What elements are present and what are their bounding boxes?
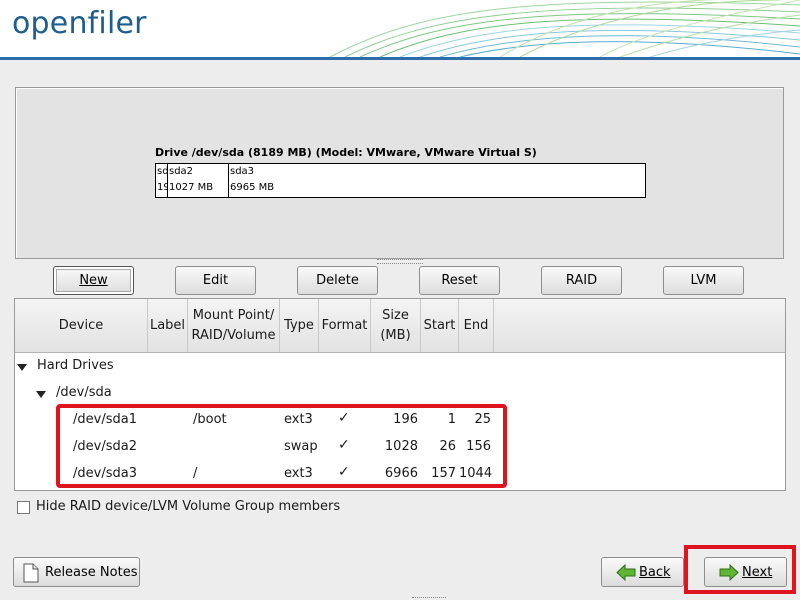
column-start[interactable]: Start — [421, 299, 459, 352]
pane-resize-handle[interactable] — [377, 259, 423, 264]
delete-button-label: Delete — [316, 273, 359, 288]
next-arrow-icon — [719, 564, 739, 581]
segment-sda2[interactable]: sda2 1027 MB — [168, 164, 229, 197]
header-divider — [0, 57, 800, 60]
tree-group-dev-sda[interactable]: /dev/sda — [56, 385, 112, 400]
edit-button[interactable]: Edit — [175, 266, 256, 295]
drive-title: Drive /dev/sda (8189 MB) (Model: VMware,… — [155, 146, 537, 159]
edit-button-label: Edit — [202, 273, 229, 288]
column-end-label: End — [463, 317, 489, 333]
segment-label-top: sda2 — [169, 166, 194, 177]
reset-button[interactable]: Reset — [419, 266, 500, 295]
column-format[interactable]: Format — [319, 299, 371, 352]
tree-group-hard-drives[interactable]: Hard Drives — [37, 358, 114, 373]
column-mount-point[interactable]: Mount Point/RAID/Volume — [188, 299, 280, 352]
table-header: Device Label Mount Point/RAID/Volume Typ… — [15, 299, 785, 353]
column-label[interactable]: Label — [148, 299, 188, 352]
raid-button[interactable]: RAID — [541, 266, 622, 295]
back-arrow-icon — [616, 564, 636, 581]
column-label-label: Label — [149, 317, 186, 333]
back-label: Back — [639, 565, 671, 580]
column-type[interactable]: Type — [280, 299, 319, 352]
segment-label-top: sda3 — [230, 166, 255, 177]
lvm-button[interactable]: LVM — [663, 266, 744, 295]
back-button[interactable]: Back — [601, 557, 684, 587]
column-size[interactable]: Size (MB) — [371, 299, 421, 352]
new-button-label: New — [79, 273, 108, 288]
column-size-label-2: (MB) — [380, 327, 411, 343]
segment-label-bottom: 6965 MB — [230, 182, 275, 193]
segment-label-top: sd — [157, 166, 168, 177]
header-banner: openfiler — [0, 0, 800, 57]
column-start-label: Start — [423, 317, 456, 333]
hide-raid-label[interactable]: Hide RAID device/LVM Volume Group member… — [36, 499, 340, 514]
column-end[interactable]: End — [459, 299, 494, 352]
raid-button-label: RAID — [565, 273, 598, 288]
column-device-label: Device — [58, 317, 104, 333]
segment-label-bottom: 19 — [157, 182, 167, 193]
release-notes-button[interactable]: Release Notes — [13, 557, 140, 587]
column-mount-label-2: RAID/Volume — [191, 327, 276, 343]
reset-button-label: Reset — [441, 273, 478, 288]
next-button[interactable]: Next — [704, 557, 787, 587]
release-notes-label: Release Notes — [45, 565, 138, 580]
column-format-label: Format — [321, 317, 368, 333]
new-button[interactable]: New — [53, 266, 134, 295]
segment-label-bottom: 1027 MB — [169, 182, 214, 193]
highlight-partition-rows — [56, 404, 507, 488]
lvm-button-label: LVM — [690, 273, 717, 288]
drive-partition-bar: sd 19 sda2 1027 MB sda3 6965 MB — [155, 163, 646, 198]
segment-sda1[interactable]: sd 19 — [156, 164, 168, 197]
column-device[interactable]: Device — [15, 299, 148, 352]
document-icon — [23, 563, 39, 583]
expander-sda-icon[interactable] — [36, 391, 46, 398]
column-size-label-1: Size — [382, 307, 409, 323]
openfiler-logo: openfiler — [12, 6, 147, 41]
hide-raid-checkbox[interactable] — [17, 501, 30, 514]
column-mount-label-1: Mount Point/ — [192, 307, 275, 323]
drive-graphic-panel: Drive /dev/sda (8189 MB) (Model: VMware,… — [15, 87, 784, 259]
column-type-label: Type — [284, 317, 314, 333]
delete-button[interactable]: Delete — [297, 266, 378, 295]
expander-hard-drives-icon[interactable] — [17, 364, 27, 371]
next-label: Next — [742, 565, 773, 580]
segment-sda3[interactable]: sda3 6965 MB — [229, 164, 645, 197]
